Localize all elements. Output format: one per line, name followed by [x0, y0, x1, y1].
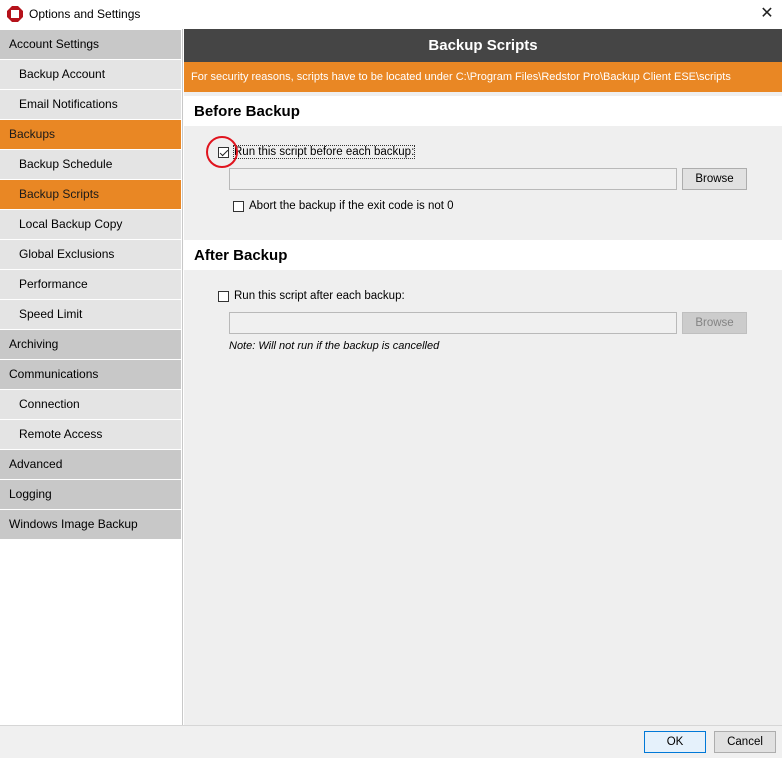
sidebar-item-archiving[interactable]: Archiving	[0, 330, 181, 359]
window-title: Options and Settings	[29, 7, 141, 21]
security-notice: For security reasons, scripts have to be…	[184, 62, 782, 92]
before-script-path-input[interactable]	[229, 168, 677, 190]
sidebar-item-account-settings[interactable]: Account Settings	[0, 30, 181, 59]
content-panel: Backup Scripts For security reasons, scr…	[184, 29, 782, 725]
run-after-checkbox[interactable]	[218, 291, 229, 302]
settings-sidebar: Account Settings Backup Account Email No…	[0, 29, 183, 725]
sidebar-item-backup-schedule[interactable]: Backup Schedule	[0, 150, 181, 179]
after-browse-button[interactable]: Browse	[682, 312, 747, 334]
run-after-label[interactable]: Run this script after each backup:	[234, 290, 405, 302]
sidebar-item-performance[interactable]: Performance	[0, 270, 181, 299]
sidebar-item-backups[interactable]: Backups	[0, 120, 181, 149]
after-script-path-input[interactable]	[229, 312, 677, 334]
sidebar-item-local-backup-copy[interactable]: Local Backup Copy	[0, 210, 181, 239]
redstor-logo-icon	[7, 6, 23, 22]
sidebar-item-backup-scripts[interactable]: Backup Scripts	[0, 180, 181, 209]
sidebar-item-connection[interactable]: Connection	[0, 390, 181, 419]
page-title: Backup Scripts	[428, 37, 538, 54]
before-backup-title: Before Backup	[194, 103, 300, 120]
sidebar-item-speed-limit[interactable]: Speed Limit	[0, 300, 181, 329]
sidebar-item-remote-access[interactable]: Remote Access	[0, 420, 181, 449]
close-icon[interactable]: ✕	[756, 3, 778, 25]
before-backup-header: Before Backup	[184, 96, 782, 126]
sidebar-item-email-notifications[interactable]: Email Notifications	[0, 90, 181, 119]
after-backup-header: After Backup	[184, 240, 782, 270]
abort-on-exit-code-checkbox[interactable]	[233, 201, 244, 212]
sidebar-item-communications[interactable]: Communications	[0, 360, 181, 389]
cancel-button[interactable]: Cancel	[714, 731, 776, 753]
ok-button[interactable]: OK	[644, 731, 706, 753]
after-backup-title: After Backup	[194, 247, 288, 264]
title-bar: Options and Settings ✕	[0, 0, 782, 29]
run-before-checkbox[interactable]	[218, 147, 229, 158]
sidebar-item-logging[interactable]: Logging	[0, 480, 181, 509]
dialog-footer: OK Cancel	[0, 725, 782, 758]
sidebar-item-windows-image-backup[interactable]: Windows Image Backup	[0, 510, 181, 539]
sidebar-item-global-exclusions[interactable]: Global Exclusions	[0, 240, 181, 269]
before-browse-button[interactable]: Browse	[682, 168, 747, 190]
sidebar-item-advanced[interactable]: Advanced	[0, 450, 181, 479]
page-header: Backup Scripts	[184, 29, 782, 62]
run-before-label[interactable]: Run this script before each backup:	[232, 145, 416, 159]
after-backup-note: Note: Will not run if the backup is canc…	[229, 340, 440, 352]
abort-on-exit-code-label[interactable]: Abort the backup if the exit code is not…	[249, 200, 454, 212]
sidebar-item-backup-account[interactable]: Backup Account	[0, 60, 181, 89]
